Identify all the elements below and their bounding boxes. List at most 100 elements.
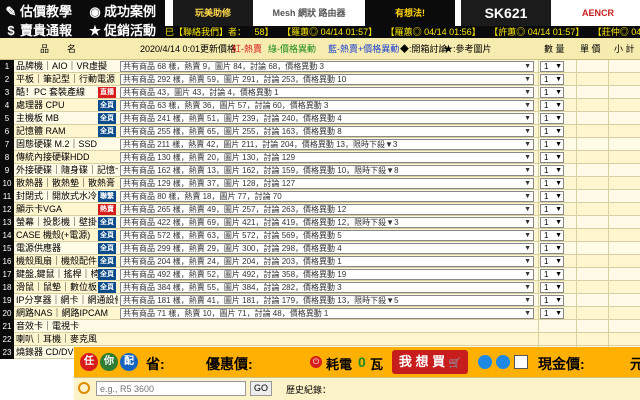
- category-link[interactable]: 平板｜筆記型｜行動電源: [16, 73, 118, 86]
- column-divider: [608, 151, 609, 164]
- product-select[interactable]: 共有商品 492 樣，熱賣 52，圖片 492，討論 358，價格異動 19 ▼: [120, 269, 534, 280]
- category-badge: 熱賣: [98, 204, 116, 215]
- ad-banner[interactable]: SK621: [461, 0, 551, 26]
- quantity-select[interactable]: 1 ▼: [540, 269, 564, 280]
- category-link[interactable]: 酷！PC 套裝產線 直播: [16, 86, 118, 99]
- nav-item-price-report[interactable]: $ 賣貴通報: [4, 20, 72, 39]
- column-divider: [538, 229, 539, 242]
- quantity-select[interactable]: 1 ▼: [540, 308, 564, 319]
- category-link[interactable]: 音效卡｜電視卡: [16, 320, 118, 333]
- column-divider: [608, 216, 609, 229]
- category-link[interactable]: 記憶體 RAM 全頁: [16, 125, 118, 138]
- quantity-select[interactable]: 1 ▼: [540, 230, 564, 241]
- product-select[interactable]: 共有商品 63 樣，熱賣 36，圖片 57，討論 60，價格異動 3 ▼: [120, 100, 534, 111]
- quantity-select[interactable]: 1 ▼: [540, 113, 564, 124]
- quantity-select[interactable]: 1 ▼: [540, 243, 564, 254]
- category-link[interactable]: 滑鼠｜鼠墊｜數位板 全頁: [16, 281, 118, 294]
- category-link[interactable]: 電源供應器 全頁: [16, 242, 118, 255]
- product-select[interactable]: 共有商品 129 樣，熱賣 37，圖片 128，討論 127 ▼: [120, 178, 534, 189]
- quantity-select[interactable]: 1 ▼: [540, 126, 564, 137]
- product-select[interactable]: 共有商品 241 樣，熱賣 51，圖片 239，討論 240，價格異動 4 ▼: [120, 113, 534, 124]
- quantity-select[interactable]: 1 ▼: [540, 295, 564, 306]
- product-select[interactable]: 共有商品 162 樣，熱賣 13，圖片 162，討論 159，價格異動 10，限…: [120, 165, 534, 176]
- product-select[interactable]: 共有商品 181 樣，熱賣 41，圖片 181，討論 179，價格異動 13，限…: [120, 295, 534, 306]
- summary-panel: 任 你 配 省: 優惠價: ⏻ 耗電 0 瓦 我 想 買 🛒 現金價: 元: [74, 347, 640, 377]
- product-select[interactable]: 共有商品 422 樣，熱賣 69，圖片 421，討論 419，價格異動 12，限…: [120, 217, 534, 228]
- chevron-down-icon: ▼: [555, 206, 562, 213]
- column-divider: [608, 255, 609, 268]
- power-icon: ⏻: [310, 356, 322, 368]
- quantity-select[interactable]: 1 ▼: [540, 282, 564, 293]
- quantity-select[interactable]: 1 ▼: [540, 165, 564, 176]
- product-select[interactable]: 共有商品 292 樣，熱賣 59，圖片 291，討論 253，價格異動 10 ▼: [120, 74, 534, 85]
- nav-item-success-cases[interactable]: ◉ 成功案例: [88, 1, 156, 20]
- category-link[interactable]: 顯示卡VGA 熱賣: [16, 203, 118, 216]
- nav-item-pricing-tutorial[interactable]: ✎ 估價教學: [4, 1, 72, 20]
- category-link[interactable]: 主機板 MB 全頁: [16, 112, 118, 125]
- table-row: 15 電源供應器 全頁 共有商品 299 樣，熱賣 29，圖片 300，討論 298，…: [0, 242, 640, 255]
- chevron-down-icon: ▼: [524, 258, 531, 265]
- search-go-button[interactable]: GO: [250, 381, 272, 396]
- column-divider: [608, 177, 609, 190]
- product-select[interactable]: 共有商品 80 樣，熱賣 18，圖片 77，討論 70 ▼: [120, 191, 534, 202]
- quantity-select[interactable]: 1 ▼: [540, 204, 564, 215]
- category-link[interactable]: 傳統內接硬碟HDD: [16, 151, 118, 164]
- category-link[interactable]: 品牌機｜AIO｜VR虛擬: [16, 60, 118, 73]
- category-link[interactable]: 外接硬碟｜隨身碟｜記憶卡: [16, 164, 118, 177]
- quick-button-ni[interactable]: 你: [100, 353, 118, 371]
- category-link[interactable]: 封閉式｜開放式水冷 聯繫: [16, 190, 118, 203]
- column-divider: [608, 281, 609, 294]
- category-link[interactable]: 散熱器｜散熱墊｜散熱膏: [16, 177, 118, 190]
- category-link[interactable]: 螢幕｜投影機｜壁掛 全頁: [16, 216, 118, 229]
- chevron-down-icon: ▼: [555, 271, 562, 278]
- category-link[interactable]: 固態硬碟 M.2｜SSD: [16, 138, 118, 151]
- product-select[interactable]: 共有商品 299 樣，熱賣 29，圖片 300，討論 298，價格異動 4 ▼: [120, 243, 534, 254]
- product-select[interactable]: 共有商品 255 樣，熱賣 65，圖片 255，討論 163，價格異動 8 ▼: [120, 126, 534, 137]
- quick-button-pei[interactable]: 配: [120, 353, 138, 371]
- chevron-down-icon: ▼: [555, 115, 562, 122]
- quick-button-ren[interactable]: 任: [80, 353, 98, 371]
- product-select[interactable]: 共有商品 130 樣，熱賣 20，圖片 130，討論 129 ▼: [120, 152, 534, 163]
- print-icon[interactable]: [514, 355, 528, 369]
- quantity-select[interactable]: 1 ▼: [540, 256, 564, 267]
- ad-banner[interactable]: Mesh 網狀 路由器: [259, 0, 359, 26]
- product-select[interactable]: 共有商品 265 樣，熱賣 49，圖片 257，討論 263，價格異動 12 ▼: [120, 204, 534, 215]
- category-link[interactable]: 鍵盤,鍵鼠｜搖桿｜椅 全頁: [16, 268, 118, 281]
- quantity-select[interactable]: 1 ▼: [540, 217, 564, 228]
- column-divider: [538, 86, 539, 99]
- category-link[interactable]: 機殼風扇｜機殼配件 全頁: [16, 255, 118, 268]
- globe-icon[interactable]: [478, 355, 492, 369]
- quantity-select[interactable]: 1 ▼: [540, 87, 564, 98]
- product-select[interactable]: 共有商品 572 樣，熱賣 63，圖片 572，討論 569，價格異動 5 ▼: [120, 230, 534, 241]
- quantity-select[interactable]: 1 ▼: [540, 100, 564, 111]
- product-select[interactable]: 共有商品 68 樣，熱賣 9，圖片 84，討論 68，價格異動 3 ▼: [120, 61, 534, 72]
- nav-item-promotions[interactable]: ★ 促銷活動: [88, 20, 156, 39]
- ad-banner[interactable]: 玩美助修: [173, 0, 253, 26]
- quantity-select[interactable]: 1 ▼: [540, 191, 564, 202]
- category-link[interactable]: CASE 機殼(+電源) 全頁: [16, 229, 118, 242]
- header-name: 品 名: [40, 44, 77, 54]
- quantity-select[interactable]: 1 ▼: [540, 139, 564, 150]
- product-select[interactable]: 共有商品 384 樣，熱賣 55，圖片 384，討論 282，價格異動 3 ▼: [120, 282, 534, 293]
- category-link[interactable]: 處理器 CPU 全頁: [16, 99, 118, 112]
- product-select[interactable]: 共有商品 204 樣，熱賣 24，圖片 204，討論 203，價格異動 1 ▼: [120, 256, 534, 267]
- quantity-select[interactable]: 1 ▼: [540, 152, 564, 163]
- category-link[interactable]: 網路NAS｜網路IPCAM: [16, 307, 118, 320]
- product-search-input[interactable]: [96, 381, 246, 396]
- share-icon[interactable]: [496, 355, 510, 369]
- quantity-select[interactable]: 1 ▼: [540, 74, 564, 85]
- order-summary-bar: 任 你 配 省: 優惠價: ⏻ 耗電 0 瓦 我 想 買 🛒 現金價: 元 GO…: [0, 342, 640, 400]
- buy-button[interactable]: 我 想 買 🛒: [392, 350, 468, 374]
- category-link[interactable]: IP分享器｜網卡｜網通設備: [16, 294, 118, 307]
- product-select[interactable]: 共有商品 71 樣，熱賣 10，圖片 71，討論 48，價格異動 1 ▼: [120, 308, 534, 319]
- chevron-down-icon: ▼: [524, 63, 531, 70]
- quantity-select[interactable]: 1 ▼: [540, 61, 564, 72]
- column-divider: [608, 307, 609, 320]
- ad-banner[interactable]: 有想法!: [365, 0, 455, 26]
- ad-banner[interactable]: AENCR: [557, 0, 639, 26]
- contact-link[interactable]: 巳【聯絡我們】者：: [165, 27, 246, 37]
- quantity-select[interactable]: 1 ▼: [540, 178, 564, 189]
- column-divider: [538, 125, 539, 138]
- product-select[interactable]: 共有商品 43，圖片 43，討論 4，價格異動 1 ▼: [120, 87, 534, 98]
- product-select[interactable]: 共有商品 211 樣，熱賣 42，圖片 211，討論 204，價格異動 13，限…: [120, 139, 534, 150]
